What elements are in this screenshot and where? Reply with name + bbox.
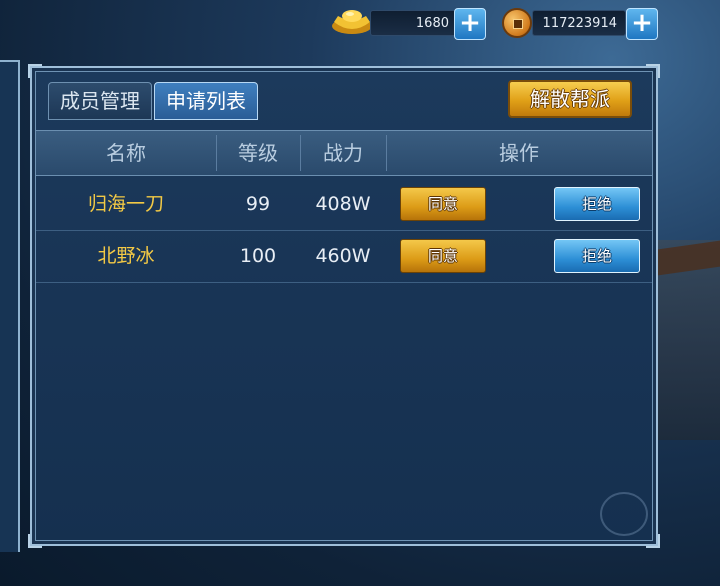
corner-ornament [28,534,42,548]
tab-member-management[interactable]: 成员管理 [48,82,152,120]
header-level: 等级 [238,141,278,165]
add-gold-button[interactable]: + [454,8,486,40]
tab-application-list[interactable]: 申请列表 [154,82,258,120]
guild-panel: 成员管理 申请列表 解散帮派 名称 等级 战力 操作 归海一刀 99 408W … [28,64,660,548]
corner-ornament [646,534,660,548]
gold-resource: 1680 + [330,6,490,40]
applicant-power: 460W [315,245,371,267]
applicant-name: 归海一刀 [87,193,164,215]
reject-button[interactable]: 拒绝 [554,187,640,221]
add-coin-button[interactable]: + [626,8,658,40]
applicant-level: 100 [239,245,277,267]
corner-ornament [646,64,660,78]
disband-guild-button[interactable]: 解散帮派 [508,80,632,118]
coin-resource: 117223914 + [500,6,660,40]
applicant-name: 北野冰 [97,245,155,267]
applicant-power: 408W [315,193,371,215]
agree-button[interactable]: 同意 [400,187,486,221]
gold-ingot-icon [332,10,372,34]
table-row: 北野冰 100 460W 同意 拒绝 [36,230,652,283]
header-power: 战力 [323,141,363,165]
left-background-panel [0,60,20,552]
copper-coin-icon [502,8,532,38]
agree-button[interactable]: 同意 [400,239,486,273]
gold-amount: 1680 [370,10,458,36]
coin-amount: 117223914 [532,10,626,36]
header-action: 操作 [499,141,539,165]
header-name: 名称 [106,141,146,165]
reject-button[interactable]: 拒绝 [554,239,640,273]
applicant-level: 99 [245,193,271,215]
table-row: 归海一刀 99 408W 同意 拒绝 [36,178,652,231]
table-header: 名称 等级 战力 操作 [36,130,652,176]
cloud-swirl-ornament [600,492,648,536]
corner-ornament [28,64,42,78]
